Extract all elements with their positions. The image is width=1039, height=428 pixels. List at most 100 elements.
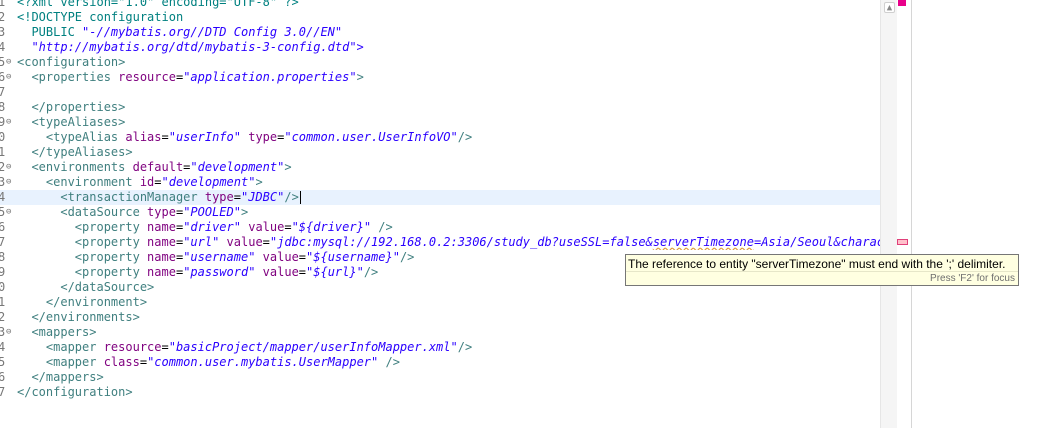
code-line[interactable]: 1 </typeAliases> <box>0 145 880 160</box>
token-tag: </mappers> <box>17 370 104 384</box>
token-tag: /> <box>457 340 473 354</box>
token-attr: name <box>147 250 176 264</box>
token-plain: = <box>298 250 307 264</box>
token-tag: <transactionManager <box>17 190 205 204</box>
token-tag: <environments <box>17 160 133 174</box>
code-line[interactable]: 2 <!DOCTYPE configuration <box>0 10 880 25</box>
token-tag: </environments> <box>17 310 140 324</box>
code-line[interactable]: 5 ⊖ <dataSource type="POOLED"> <box>0 205 880 220</box>
code-editor[interactable]: 1 <?xml version="1.0" encoding="UTF-8" ?>… <box>0 0 880 428</box>
line-number: 6 <box>0 370 6 384</box>
token-val: "${driver}" <box>291 220 372 234</box>
code-line[interactable]: 6 <property name="driver" value="${drive… <box>0 220 880 235</box>
code-line[interactable]: 2 ⊖ <environments default="development"> <box>0 160 880 175</box>
token-plain: = <box>161 340 169 354</box>
fold-toggle-icon[interactable]: ⊖ <box>6 70 16 85</box>
token-tag: <property <box>17 235 148 249</box>
line-number: 0 <box>0 280 6 294</box>
fold-toggle-icon[interactable]: ⊖ <box>6 175 16 190</box>
text-caret <box>299 191 301 204</box>
token-tag: <mapper <box>17 355 104 369</box>
fold-toggle-icon[interactable]: ⊖ <box>6 160 16 175</box>
token-err: serverTimezone <box>652 235 754 249</box>
code-text: </environment> <box>17 295 147 310</box>
token-val: "application.properties" <box>183 70 357 84</box>
chevron-up-icon[interactable]: ▲ <box>884 2 895 13</box>
token-val: "${url}" <box>306 265 364 279</box>
token-tag: > <box>240 205 249 219</box>
code-text: <mapper resource="basicProject/mapper/us… <box>17 340 472 355</box>
error-tooltip: The reference to entity "serverTimezone"… <box>625 254 1019 286</box>
token-tag: </environment> <box>17 295 148 309</box>
code-line[interactable]: 3 PUBLIC "-//mybatis.org//DTD Config 3.0… <box>0 25 880 40</box>
token-tag: > <box>356 70 364 84</box>
code-text: <typeAlias alias="userInfo" type="common… <box>17 130 472 145</box>
token-tag: <environment <box>17 175 140 189</box>
token-tag: <property <box>17 265 148 279</box>
code-line[interactable]: 1 </environment> <box>0 295 880 310</box>
token-tag: <property <box>17 250 148 264</box>
code-line[interactable]: 4 <transactionManager type="JDBC"/> <box>0 190 880 205</box>
token-attr: value <box>226 235 263 249</box>
token-attr: class <box>103 355 140 369</box>
line-number: 1 <box>0 295 6 309</box>
token-val: "${username}" <box>306 250 400 264</box>
token-plain: = <box>298 265 307 279</box>
line-number: 1 <box>0 0 6 9</box>
error-annotation-marker[interactable] <box>897 239 908 245</box>
line-number: 3 <box>0 25 6 39</box>
code-line[interactable]: 9 ⊖ <typeAliases> <box>0 115 880 130</box>
code-line[interactable]: 3 ⊖ <environment id="development"> <box>0 175 880 190</box>
code-line[interactable]: 1 <?xml version="1.0" encoding="UTF-8" ?> <box>0 0 880 10</box>
code-line[interactable]: 0 <typeAlias alias="userInfo" type="comm… <box>0 130 880 145</box>
code-line[interactable]: 8 </properties> <box>0 100 880 115</box>
code-text: <mappers> <box>17 325 96 340</box>
code-line[interactable]: 6 ⊖ <properties resource="application.pro… <box>0 70 880 85</box>
code-text: <property name="password" value="${url}"… <box>17 265 378 280</box>
line-number: 7 <box>0 85 6 99</box>
line-number: 8 <box>0 100 6 114</box>
code-text: </dataSource> <box>17 280 154 295</box>
code-line[interactable]: 7 <box>0 85 880 100</box>
code-line[interactable]: 5 <mapper class="common.user.mybatis.Use… <box>0 355 880 370</box>
token-val: "jdbc:mysql://192.168.0.2:3306/study_db?… <box>269 235 653 249</box>
code-line[interactable]: 5 ⊖ <configuration> <box>0 55 880 70</box>
code-text: <dataSource type="POOLED"> <box>17 205 248 220</box>
token-tag: <mapper <box>17 340 104 354</box>
error-summary-marker[interactable] <box>898 0 906 6</box>
fold-toggle-icon[interactable]: ⊖ <box>6 115 16 130</box>
code-line[interactable]: 6 </mappers> <box>0 370 880 385</box>
token-val: =Asia/Seoul&characterEncoding=UTF-8" <box>753 235 880 249</box>
line-number: 4 <box>0 190 6 204</box>
vertical-scrollbar[interactable]: ▲ <box>880 0 898 428</box>
code-line[interactable]: 3 ⊖ <mappers> <box>0 325 880 340</box>
fold-toggle-icon[interactable]: ⊖ <box>6 55 16 70</box>
code-line[interactable]: 2 </environments> <box>0 310 880 325</box>
line-number: 0 <box>0 130 6 144</box>
code-line[interactable]: 7 </configuration> <box>0 385 880 400</box>
token-tag: /> <box>363 265 379 279</box>
line-number: 5 <box>0 355 6 369</box>
fold-toggle-icon[interactable]: ⊖ <box>6 205 16 220</box>
token-tag: > <box>255 175 263 189</box>
token-attr: id <box>139 175 155 189</box>
code-line[interactable]: 7 <property name="url" value="jdbc:mysql… <box>0 235 880 250</box>
line-number: 4 <box>0 340 6 354</box>
token-decl: <!DOCTYPE configuration <box>17 10 184 24</box>
token-attr: value <box>262 265 299 279</box>
token-tag <box>255 250 262 264</box>
code-text: <!DOCTYPE configuration <box>17 10 183 25</box>
code-text: <environments default="development"> <box>17 160 291 175</box>
code-line[interactable]: 4 "http://mybatis.org/dtd/mybatis-3-conf… <box>0 40 880 55</box>
fold-toggle-icon[interactable]: ⊖ <box>6 325 16 340</box>
token-tag: </dataSource> <box>17 280 155 294</box>
code-text: </mappers> <box>17 370 104 385</box>
token-attr: name <box>147 235 176 249</box>
token-val: "POOLED" <box>183 205 241 219</box>
token-decl: PUBLIC <box>17 25 83 39</box>
token-tag: <typeAliases> <box>17 115 126 129</box>
code-line[interactable]: 4 <mapper resource="basicProject/mapper/… <box>0 340 880 355</box>
overview-ruler[interactable] <box>897 0 912 428</box>
line-number: 7 <box>0 235 6 249</box>
token-plain: = <box>233 190 241 204</box>
